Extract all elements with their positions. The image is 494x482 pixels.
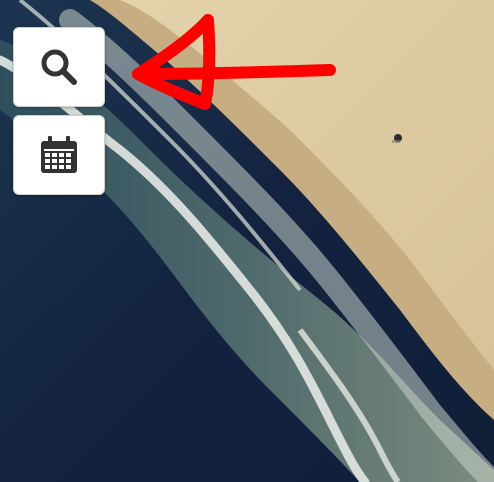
calendar-button[interactable] [13,115,105,195]
search-button[interactable] [13,27,105,107]
person-shadow [392,140,400,143]
search-icon [41,49,77,85]
calendar-icon [41,136,77,173]
map-view[interactable] [0,0,494,482]
